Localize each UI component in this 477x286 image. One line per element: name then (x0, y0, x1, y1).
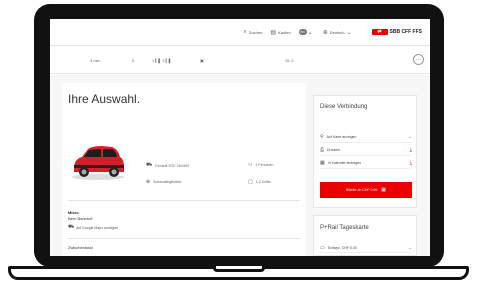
subtotal-label: Zwischentotal (68, 245, 93, 250)
account-nav-item[interactable]: BO ⌄ (298, 29, 315, 36)
cart-icon: ▤ (270, 29, 277, 36)
car-icon: ⛟ (146, 162, 153, 168)
top-navigation: ⌕ Suchen ▤ Kaufen BO ⌄ ⊕ Deutsch ⌄ ⇄ SBB… (50, 19, 430, 46)
show-on-map-row[interactable]: ⚲ Auf Karte anzeigen → (320, 132, 412, 143)
add-to-calendar-label: In Kalender eintragen (327, 161, 362, 165)
map-pin-icon: ⚲ (320, 134, 324, 140)
logo-text: SBB CFF FFS (389, 29, 423, 35)
railcard-title: P+Rail Tageskarte (320, 225, 369, 231)
location-station: Bern Bahnhof (68, 216, 93, 221)
car-image (72, 146, 124, 180)
search-icon: ⌕ (243, 28, 247, 35)
feature-model-label: Renault ZOE 240/400 (155, 163, 190, 168)
timeline-changes: 0 (132, 58, 135, 63)
language-nav-item[interactable]: ⊕ Deutsch ⌄ (323, 29, 354, 36)
buy-label: Kaufen (278, 29, 291, 35)
more-options-button[interactable]: … (413, 54, 424, 65)
download-icon: ⤓ (409, 147, 412, 153)
google-maps-link[interactable]: ⛟ auf Google Maps anzeigen (68, 224, 118, 231)
account-badge: BO (298, 29, 307, 35)
connection-card: Diese Verbindung ⚲ Auf Karte anzeigen → … (313, 95, 417, 208)
railcard-card: P+Rail Tageskarte ▭ Schwyz, CHF 5.00 → (313, 215, 417, 256)
feature-persons: ⚇ 4 Personen (248, 162, 273, 168)
print-label: Drucken (327, 148, 341, 152)
map-icon: ⛟ (68, 224, 75, 230)
feature-model: ⛟ Renault ZOE 240/400 (146, 162, 189, 169)
ticket-icon: ▭ (320, 244, 325, 251)
location-category: Micro (68, 210, 79, 215)
arrow-right-icon: → (407, 134, 412, 140)
buy-tickets-button[interactable]: Billette ab CHF 0.00 ▣ (320, 182, 412, 198)
chevron-down-icon: ⌄ (307, 29, 313, 36)
google-maps-link-label: auf Google Maps anzeigen (76, 225, 119, 230)
divider (68, 238, 300, 239)
railcard-row-label: Schwyz, CHF 5.00 (327, 245, 357, 250)
chevron-down-icon: ⌄ (346, 29, 352, 36)
arrow-right-icon: → (407, 244, 412, 251)
suitcase-icon: ▢ (248, 179, 253, 185)
download-icon: ⤓ (409, 160, 412, 166)
connection-title: Diese Verbindung (320, 104, 368, 110)
language-label: Deutsch (329, 29, 345, 35)
printer-icon: ⎙ (320, 147, 325, 153)
sbb-logo-mark: ⇄ (371, 29, 388, 35)
print-row[interactable]: ⎙ Drucken ⤓ (320, 145, 412, 156)
feature-luggage: ▢ 1-2 Koffer (248, 179, 271, 185)
sbb-logo[interactable]: ⇄ SBB CFF FFS (371, 29, 423, 35)
divider (68, 200, 300, 201)
search-label: Suchen (248, 29, 263, 35)
search-nav-item[interactable]: ⌕ Suchen (243, 29, 262, 36)
connection-timeline: 3 min 0 1 ▎▌ 2 ▎▌ ▣ GL 0 … (50, 46, 430, 74)
gearbox-icon: ⊛ (146, 179, 151, 185)
timeline-platform: GL 0 (285, 58, 294, 63)
timeline-train-icon: ▣ (200, 58, 204, 63)
selection-card: Ihre Auswahl. ⛟ Renault ZOE 240/400 ⊛ Au… (62, 83, 306, 256)
show-on-map-label: Auf Karte anzeigen (326, 135, 357, 139)
page-title: Ihre Auswahl. (68, 92, 141, 106)
calendar-icon: ▦ (320, 160, 325, 166)
timeline-occupancy: 1 ▎▌ 2 ▎▌ (152, 58, 172, 63)
main-content: Ihre Auswahl. ⛟ Renault ZOE 240/400 ⊛ Au… (50, 75, 430, 256)
feature-transmission: ⊛ Automatikgetriebe (146, 179, 181, 185)
globe-icon: ⊕ (322, 29, 328, 36)
person-icon: ⚇ (248, 162, 253, 168)
laptop-notch (213, 266, 265, 272)
timeline-duration: 3 min (90, 58, 100, 63)
buy-nav-item[interactable]: ▤ Kaufen (270, 29, 290, 36)
feature-transmission-label: Automatikgetriebe (153, 180, 182, 184)
ticket-icon: ▣ (381, 187, 387, 193)
buy-tickets-label: Billette ab CHF 0.00 (345, 188, 378, 192)
add-to-calendar-row[interactable]: ▦ In Kalender eintragen ⤓ (320, 158, 412, 169)
screen: ⌕ Suchen ▤ Kaufen BO ⌄ ⊕ Deutsch ⌄ ⇄ SBB… (50, 19, 430, 256)
railcard-row[interactable]: ▭ Schwyz, CHF 5.00 → (320, 243, 412, 253)
feature-persons-label: 4 Personen (255, 163, 274, 167)
feature-luggage-label: 1-2 Koffer (255, 180, 272, 184)
